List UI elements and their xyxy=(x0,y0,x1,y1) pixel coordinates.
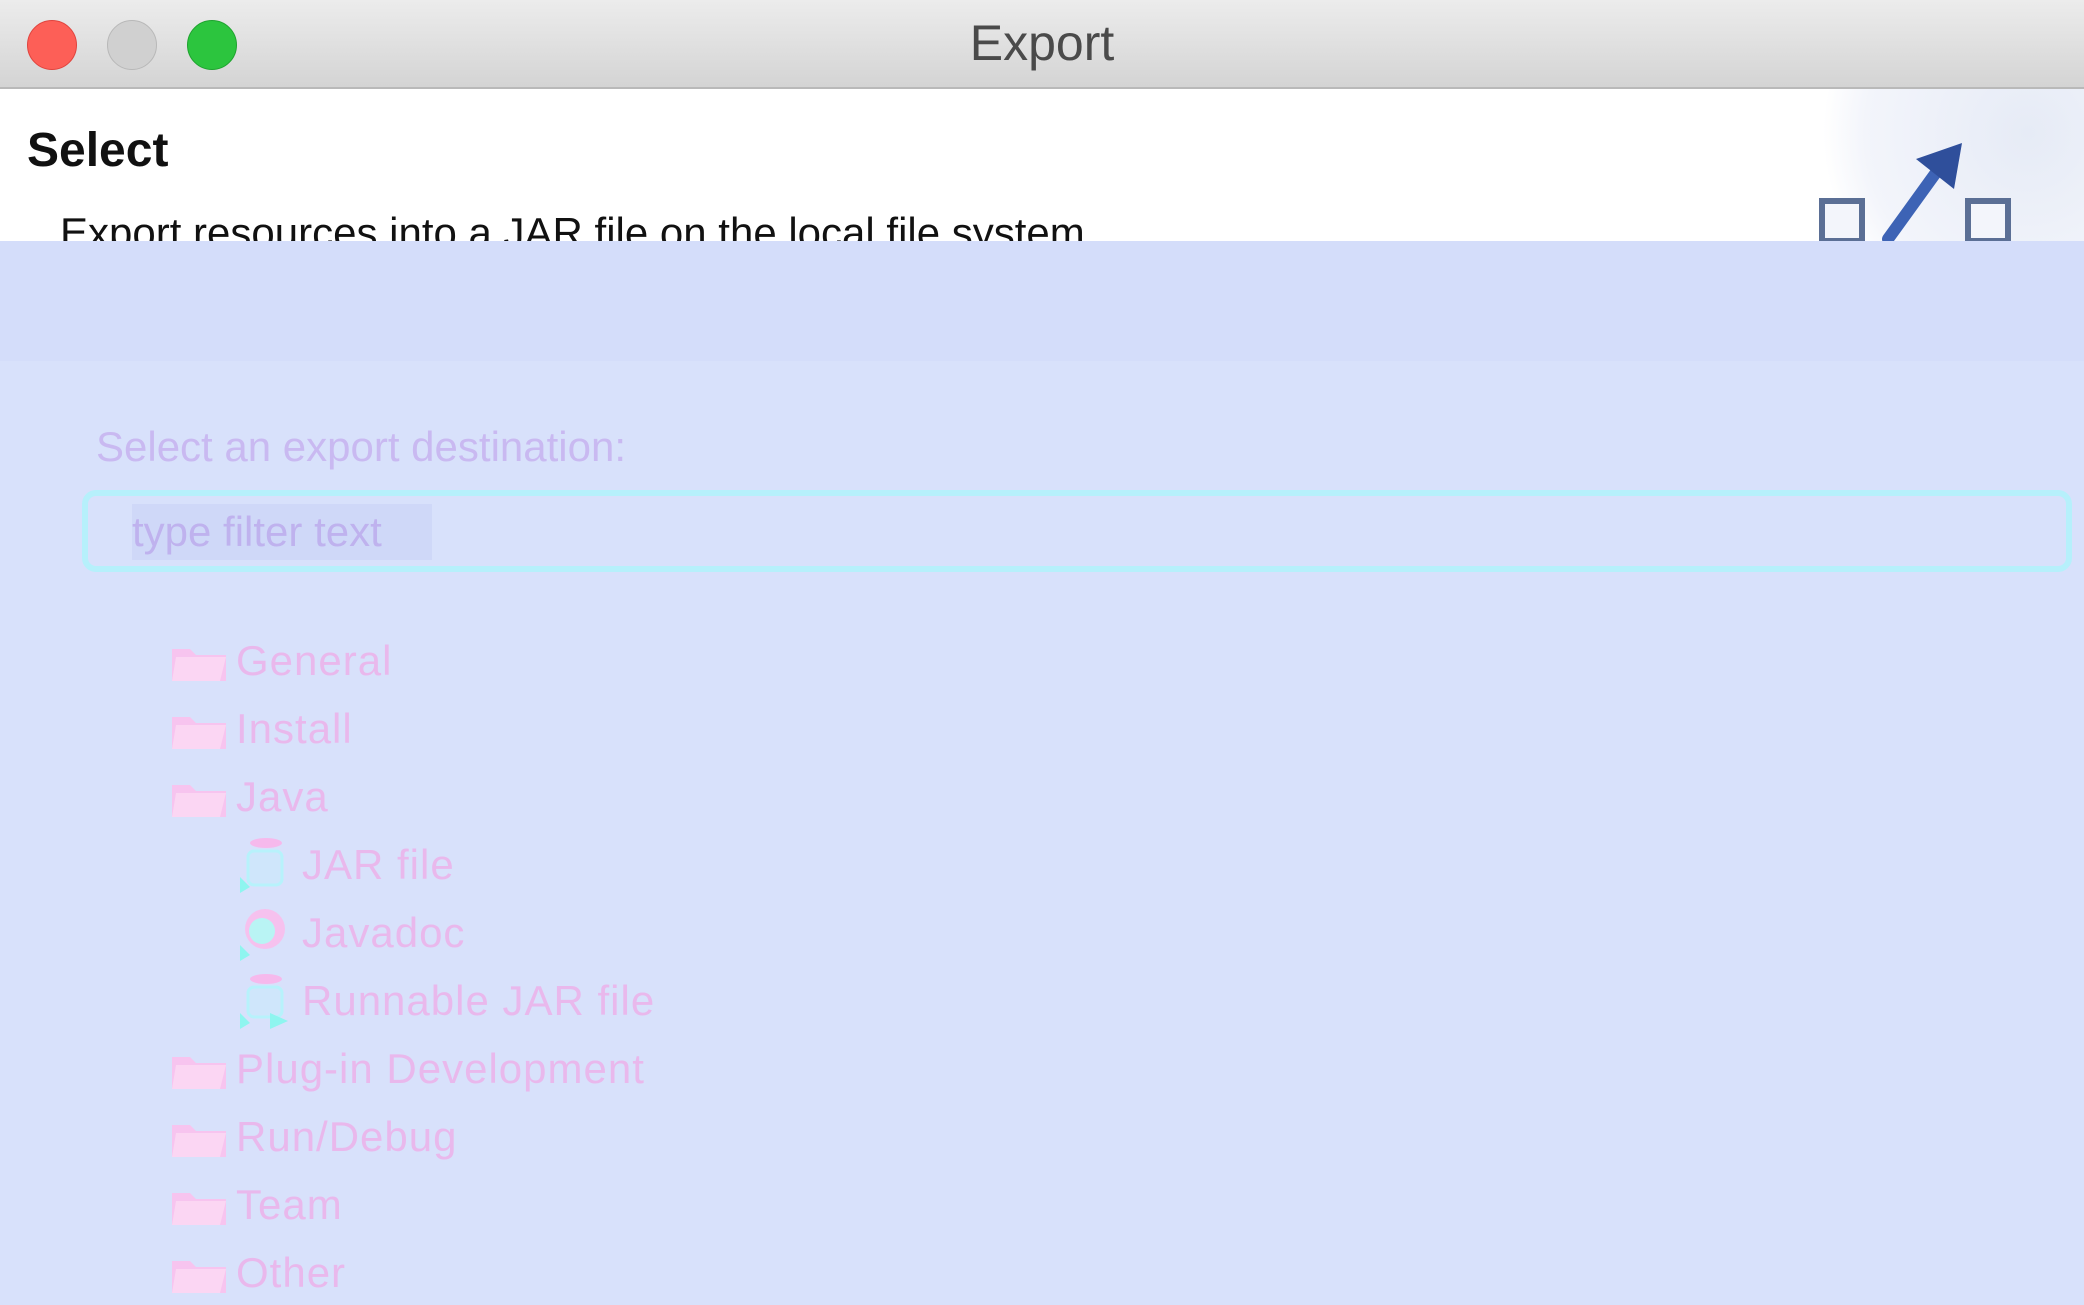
tree-item-label: Install xyxy=(236,705,353,752)
folder-icon xyxy=(172,649,226,681)
folder-icon xyxy=(172,1125,226,1157)
folder-icon xyxy=(172,1261,226,1293)
tree-item-run-debug[interactable]: Run/Debug xyxy=(170,1105,457,1169)
header-shadow-band xyxy=(0,241,2084,361)
tree-item-java[interactable]: Java xyxy=(170,765,329,829)
close-button[interactable] xyxy=(27,20,77,70)
export-wizard-icon xyxy=(1819,143,2011,241)
tree-item-label: Runnable JAR file xyxy=(302,977,656,1024)
filter-box[interactable] xyxy=(82,490,2072,572)
folder-icon xyxy=(172,785,226,817)
folder-icon xyxy=(172,1057,226,1089)
tree-item-label: Plug-in Development xyxy=(236,1045,645,1092)
title-bar: Export xyxy=(0,0,2084,89)
tree-item-label: Team xyxy=(236,1181,343,1228)
tree-item-other[interactable]: Other xyxy=(170,1241,346,1305)
folder-icon xyxy=(172,1193,226,1225)
zoom-button[interactable] xyxy=(187,20,237,70)
tree-item-runnable-jar-file[interactable]: Runnable JAR file xyxy=(236,969,655,1033)
tree-item-javadoc[interactable]: Javadoc xyxy=(236,901,465,965)
tree-item-general[interactable]: General xyxy=(170,629,392,693)
tree-item-label: General xyxy=(236,637,393,684)
destination-label: Select an export destination: xyxy=(96,423,627,470)
runnable-jar-icon xyxy=(240,974,288,1029)
tree-item-label: Javadoc xyxy=(302,909,466,956)
tree-item-plug-in-development[interactable]: Plug-in Development xyxy=(170,1037,645,1101)
main-panel: Select an export destination: General In… xyxy=(0,241,2084,1300)
tree-item-jar-file[interactable]: JAR file xyxy=(236,833,455,897)
page-description: Export resources into a JAR file on the … xyxy=(60,209,1097,241)
window-title: Export xyxy=(969,15,1115,71)
tree-item-label: Java xyxy=(236,773,329,820)
tree-item-label: Other xyxy=(236,1249,347,1296)
jar-icon xyxy=(240,838,284,893)
tree-item-install[interactable]: Install xyxy=(170,697,353,761)
minimize-button[interactable] xyxy=(107,20,157,70)
filter-input[interactable] xyxy=(132,506,1532,558)
wizard-header: Select Export resources into a JAR file … xyxy=(0,89,2084,241)
folder-icon xyxy=(172,717,226,749)
javadoc-icon xyxy=(240,909,285,961)
page-title: Select xyxy=(27,124,169,177)
tree-item-team[interactable]: Team xyxy=(170,1173,343,1237)
tree-item-label: Run/Debug xyxy=(236,1113,458,1160)
tree-item-label: JAR file xyxy=(302,841,455,888)
